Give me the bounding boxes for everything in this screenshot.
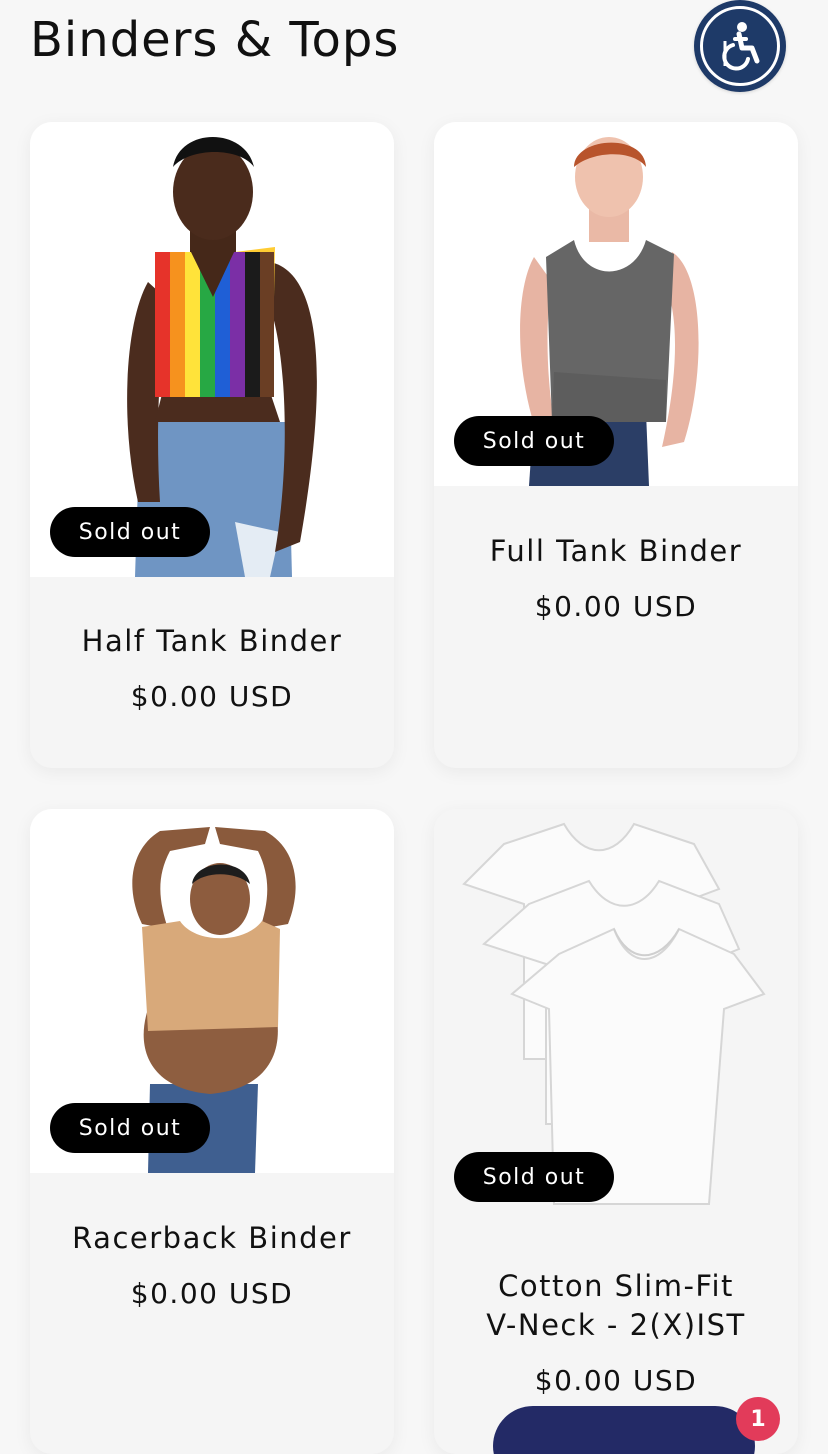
sold-out-badge: Sold out (50, 507, 210, 557)
sold-out-badge: Sold out (50, 1103, 210, 1153)
product-name[interactable]: Full Tank Binder (434, 532, 798, 570)
product-card[interactable]: Sold out Racerback Binder $0.00 USD (30, 809, 394, 1454)
product-name[interactable]: Racerback Binder (30, 1219, 394, 1257)
product-price: $0.00 USD (130, 1277, 294, 1310)
product-card[interactable]: Sold out Cotton Slim-Fit V-Neck - 2(X)IS… (434, 809, 798, 1454)
notification-badge: 1 (736, 1397, 780, 1441)
page-title: Binders & Tops (30, 12, 400, 68)
sold-out-badge: Sold out (454, 416, 614, 466)
page-header: Binders & Tops (0, 0, 828, 110)
sold-out-badge: Sold out (454, 1152, 614, 1202)
product-name[interactable]: Half Tank Binder (30, 622, 394, 660)
product-name-line-1[interactable]: Cotton Slim-Fit (434, 1267, 798, 1305)
accessibility-button[interactable] (694, 0, 786, 92)
chat-button[interactable] (493, 1406, 755, 1454)
product-price: $0.00 USD (534, 590, 698, 623)
product-card[interactable]: Sold out Half Tank Binder $0.00 USD (30, 122, 394, 768)
accessibility-icon (722, 22, 760, 71)
product-name-line-2[interactable]: V-Neck - 2(X)IST (434, 1306, 798, 1344)
product-price: $0.00 USD (130, 680, 294, 713)
product-price: $0.00 USD (534, 1364, 698, 1397)
product-card[interactable]: Sold out Full Tank Binder $0.00 USD (434, 122, 798, 768)
